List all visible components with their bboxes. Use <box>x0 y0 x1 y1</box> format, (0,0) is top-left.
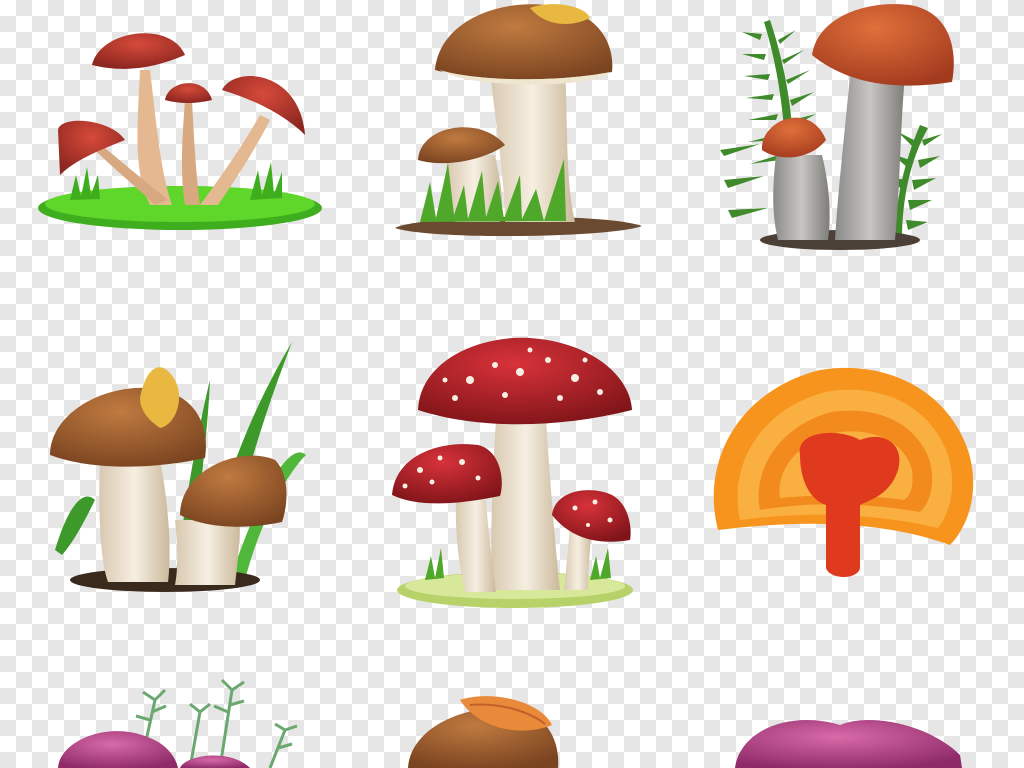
orange-cap-birch-boletes-with-ferns <box>720 4 954 250</box>
brown-cap-mushroom-cluster-on-grass <box>38 33 322 230</box>
tan-mushroom-with-leaf-partial <box>408 696 559 768</box>
mushroom-illustration-sheet <box>38 4 974 768</box>
brown-boletes-with-grass-and-leaf <box>50 342 306 592</box>
red-fly-agaric-mushrooms <box>392 337 633 608</box>
porcini-mushrooms-with-leaf <box>395 4 642 237</box>
orange-lingzhi-bracket-fungus <box>713 367 974 577</box>
magenta-mushroom-partial <box>735 719 962 768</box>
pink-mushroom-with-moss-partial <box>58 678 298 768</box>
